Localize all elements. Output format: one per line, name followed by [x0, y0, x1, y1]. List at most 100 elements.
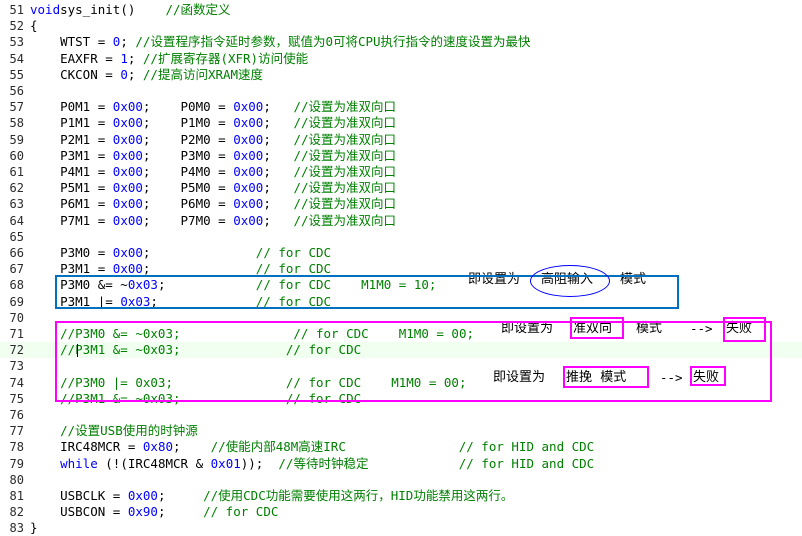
line-number: 68: [9, 278, 24, 293]
code-text[interactable]: USBCON = 0x90; // for CDC: [30, 504, 278, 520]
line-number: 52: [9, 19, 24, 34]
code-token: P3M1 =: [30, 147, 113, 163]
code-line[interactable]: 58 P1M1 = 0x00; P1M0 = 0x00; //设置为准双向口: [0, 115, 802, 131]
line-number: 69: [9, 294, 24, 309]
line-number: 76: [9, 408, 24, 422]
code-line[interactable]: 77 //设置USB使用的时钟源: [0, 423, 802, 439]
code-token: ;: [120, 34, 136, 50]
code-line[interactable]: 53 WTST = 0; //设置程序指令延时参数，赋值为0可将CPU执行指令的…: [0, 34, 802, 50]
code-comment: //设置为准双向口: [293, 115, 396, 131]
code-text[interactable]: P7M1 = 0x00; P7M0 = 0x00; //设置为准双向口: [30, 213, 396, 229]
code-number: 0x00: [233, 131, 264, 147]
code-text[interactable]: {: [30, 18, 38, 34]
code-line[interactable]: 66 P3M0 = 0x00; // for CDC: [0, 245, 802, 261]
line-number: 59: [9, 132, 24, 147]
code-text[interactable]: IRC48MCR = 0x80; //使能内部48M高速IRC // for H…: [30, 439, 594, 455]
code-number: 0x00: [112, 245, 143, 260]
code-line[interactable]: 64 P7M1 = 0x00; P7M0 = 0x00; //设置为准双向口: [0, 213, 802, 229]
code-number: 0x00: [112, 147, 143, 163]
code-line[interactable]: 55 CKCON = 0; //提高访问XRAM速度: [0, 67, 802, 83]
code-line[interactable]: 63 P6M1 = 0x00; P6M0 = 0x00; //设置为准双向口: [0, 196, 802, 212]
code-number: 0x00: [112, 99, 143, 115]
code-number: 0x00: [112, 164, 143, 179]
code-line[interactable]: 82 USBCON = 0x90; // for CDC: [0, 504, 802, 520]
line-number: 80: [9, 472, 24, 487]
code-text[interactable]: voidsys_init() //函数定义: [30, 2, 231, 18]
code-text[interactable]: P3M0 = 0x00; // for CDC: [30, 245, 331, 261]
code-text[interactable]: P3M1 = 0x00; P3M0 = 0x00; //设置为准双向口: [30, 148, 396, 164]
code-token: ;: [127, 50, 143, 66]
code-text[interactable]: USBCLK = 0x00; //使用CDC功能需要使用这两行，HID功能禁用这…: [30, 488, 513, 504]
line-number: 81: [9, 489, 24, 503]
code-text[interactable]: P2M1 = 0x00; P2M0 = 0x00; //设置为准双向口: [30, 132, 396, 148]
code-number: 1: [120, 50, 128, 66]
code-comment: // for CDC: [255, 261, 332, 277]
code-token: P4M1 =: [30, 164, 113, 179]
code-number: 0x00: [112, 131, 143, 147]
line-number: 70: [9, 310, 24, 325]
code-line[interactable]: 51 voidsys_init() //函数定义: [0, 2, 802, 18]
code-token: ; P5M0 =: [142, 180, 234, 196]
line-number: 72: [9, 343, 24, 358]
code-line[interactable]: 65: [0, 229, 802, 245]
code-token: ;: [263, 212, 294, 228]
code-number: 0x00: [112, 196, 143, 212]
code-number: 0x00: [112, 115, 143, 131]
code-line[interactable]: 54 EAXFR = 1; //扩展寄存器(XFR)访问使能: [0, 51, 802, 67]
code-text[interactable]: }: [30, 520, 38, 536]
code-token: (!(IRC48MCR &: [97, 455, 211, 471]
code-line[interactable]: 78 IRC48MCR = 0x80; //使能内部48M高速IRC // fo…: [0, 439, 802, 455]
code-text[interactable]: EAXFR = 1; //扩展寄存器(XFR)访问使能: [30, 51, 308, 67]
code-comment: //设置为准双向口: [293, 131, 396, 147]
code-token: ;: [157, 504, 204, 520]
code-comment: //提高访问XRAM速度: [142, 66, 264, 82]
code-line[interactable]: 79 while (!(IRC48MCR & 0x01)); //等待时钟稳定 …: [0, 456, 802, 472]
code-text[interactable]: //设置USB使用的时钟源: [30, 423, 198, 439]
code-line[interactable]: 61 P4M1 = 0x00; P4M0 = 0x00; //设置为准双向口: [0, 164, 802, 180]
code-token: ; P0M0 =: [142, 99, 234, 115]
code-line[interactable]: 56: [0, 83, 802, 99]
code-token: ;: [263, 131, 294, 147]
code-number: 0x90: [127, 504, 158, 520]
annotation-box-fail-1: [723, 317, 766, 342]
code-token: ;: [263, 180, 294, 196]
code-line[interactable]: 52 {: [0, 18, 802, 34]
code-comment: //函数定义: [165, 2, 231, 17]
code-token: IRC48MCR =: [30, 439, 143, 455]
code-text[interactable]: P5M1 = 0x00; P5M0 = 0x00; //设置为准双向口: [30, 180, 396, 196]
code-token: ;: [263, 115, 294, 131]
line-number: 56: [9, 84, 24, 98]
line-number: 73: [9, 359, 24, 374]
code-line[interactable]: 57 P0M1 = 0x00; P0M0 = 0x00; //设置为准双向口: [0, 99, 802, 115]
code-line[interactable]: 76: [0, 407, 802, 423]
line-number: 63: [9, 197, 24, 212]
code-comment: //设置为准双向口: [293, 147, 396, 163]
annotation-box-push-pull: [563, 366, 649, 388]
code-token: ;: [142, 245, 256, 260]
code-text[interactable]: P1M1 = 0x00; P1M0 = 0x00; //设置为准双向口: [30, 115, 396, 131]
code-line[interactable]: 83}: [0, 520, 802, 536]
code-token: P5M1 =: [30, 180, 113, 196]
code-text[interactable]: P6M1 = 0x00; P6M0 = 0x00; //设置为准双向口: [30, 196, 396, 212]
line-number: 77: [9, 424, 24, 439]
code-line[interactable]: 80: [0, 472, 802, 488]
code-keyword: while: [60, 455, 98, 471]
code-token: ;: [263, 99, 294, 115]
code-editor[interactable]: 51 voidsys_init() //函数定义 52 {53 WTST = 0; /…: [0, 0, 802, 535]
line-number: 62: [9, 181, 24, 196]
code-text[interactable]: P4M1 = 0x00; P4M0 = 0x00; //设置为准双向口: [30, 164, 396, 180]
code-number: 0x80: [142, 439, 173, 455]
code-comment: //设置USB使用的时钟源: [30, 423, 198, 439]
code-text[interactable]: WTST = 0; //设置程序指令延时参数，赋值为0可将CPU执行指令的速度设…: [30, 34, 530, 50]
code-line[interactable]: 62 P5M1 = 0x00; P5M0 = 0x00; //设置为准双向口: [0, 180, 802, 196]
code-token: P1M1 =: [30, 115, 113, 131]
code-text[interactable]: CKCON = 0; //提高访问XRAM速度: [30, 67, 263, 83]
code-text[interactable]: while (!(IRC48MCR & 0x01)); //等待时钟稳定 // …: [30, 456, 594, 472]
code-comment: //设置为准双向口: [293, 180, 396, 196]
code-line[interactable]: 60 P3M1 = 0x00; P3M0 = 0x00; //设置为准双向口: [0, 148, 802, 164]
code-line[interactable]: 81 USBCLK = 0x00; //使用CDC功能需要使用这两行，HID功能…: [0, 488, 802, 504]
code-line[interactable]: 59 P2M1 = 0x00; P2M0 = 0x00; //设置为准双向口: [0, 132, 802, 148]
code-text[interactable]: P0M1 = 0x00; P0M0 = 0x00; //设置为准双向口: [30, 99, 396, 115]
code-token: ;: [173, 439, 211, 455]
